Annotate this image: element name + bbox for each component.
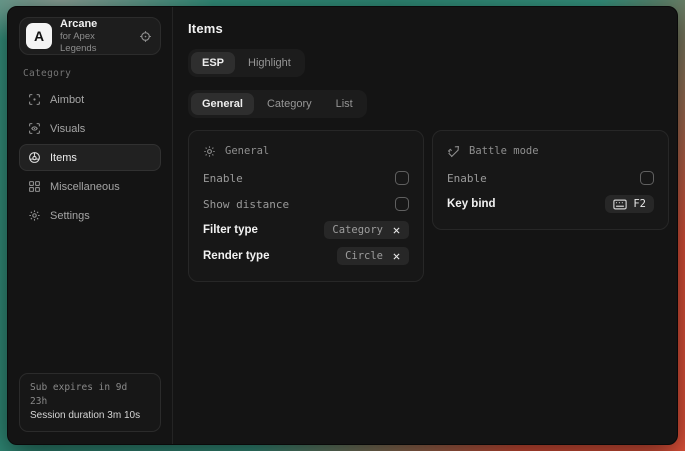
mode-tabs: ESP Highlight <box>188 49 305 77</box>
app-window: A Arcane for Apex Legends Category <box>7 6 678 445</box>
panel-title: Battle mode <box>469 145 539 157</box>
sidebar-item-aimbot[interactable]: Aimbot <box>19 86 161 113</box>
render-type-value: Circle <box>345 250 383 262</box>
setting-row-render-type: Render type Circle <box>203 243 409 269</box>
brand-name: Arcane <box>60 18 131 31</box>
brand-text: Arcane for Apex Legends <box>60 18 131 55</box>
enable-checkbox[interactable] <box>395 171 409 185</box>
setting-row-enable: Enable <box>203 165 409 191</box>
tab-general[interactable]: General <box>191 93 254 115</box>
sun-icon <box>203 145 216 158</box>
sidebar-item-settings[interactable]: Settings <box>19 202 161 229</box>
page-title: Items <box>188 21 669 36</box>
keyboard-icon <box>613 199 627 210</box>
setting-label: Enable <box>203 172 243 185</box>
setting-label: Key bind <box>447 198 496 210</box>
battle-mode-panel: Battle mode Enable Key bind <box>432 130 669 230</box>
close-icon[interactable] <box>392 252 401 261</box>
general-panel: General Enable Show distance Filter type… <box>188 130 424 282</box>
filter-type-value: Category <box>332 224 383 236</box>
render-type-select[interactable]: Circle <box>337 247 409 265</box>
setting-row-show-distance: Show distance <box>203 191 409 217</box>
key-bind-button[interactable]: F2 <box>605 195 654 213</box>
sword-icon <box>447 145 460 158</box>
session-duration-text: Session duration 3m 10s <box>30 409 150 423</box>
tab-esp[interactable]: ESP <box>191 52 235 74</box>
setting-label: Render type <box>203 250 269 262</box>
sub-tabs: General Category List <box>188 90 367 118</box>
settings-panels: General Enable Show distance Filter type… <box>188 130 669 282</box>
tab-list[interactable]: List <box>325 93 364 115</box>
app-logo: A <box>26 23 52 49</box>
setting-row-enable: Enable <box>447 165 654 191</box>
setting-label: Show distance <box>203 198 289 211</box>
general-panel-header: General <box>203 141 409 161</box>
setting-row-key-bind: Key bind F2 <box>447 191 654 217</box>
setting-row-filter-type: Filter type Category <box>203 217 409 243</box>
sidebar-item-label: Miscellaneous <box>50 181 120 193</box>
desktop-background: A Arcane for Apex Legends Category <box>0 0 685 451</box>
aimbot-crosshair-icon <box>28 93 41 106</box>
battle-mode-panel-header: Battle mode <box>447 141 654 161</box>
crosshair-icon[interactable] <box>139 30 152 43</box>
sidebar: A Arcane for Apex Legends Category <box>8 7 173 444</box>
settings-gear-icon <box>28 209 41 222</box>
setting-label: Enable <box>447 172 487 185</box>
tab-category[interactable]: Category <box>256 93 323 115</box>
sidebar-item-label: Aimbot <box>50 94 84 106</box>
visuals-eye-icon <box>28 122 41 135</box>
category-section-label: Category <box>23 68 161 79</box>
sidebar-spacer <box>19 229 161 373</box>
key-bind-value: F2 <box>633 198 646 210</box>
subscription-info-card: Sub expires in 9d 23h Session duration 3… <box>19 373 161 432</box>
brand-card: A Arcane for Apex Legends <box>19 17 161 55</box>
close-icon[interactable] <box>392 226 401 235</box>
filter-type-select[interactable]: Category <box>324 221 409 239</box>
brand-subtitle: for Apex Legends <box>60 31 131 55</box>
panel-title: General <box>225 145 269 157</box>
battle-enable-checkbox[interactable] <box>640 171 654 185</box>
misc-grid-icon <box>28 180 41 193</box>
sidebar-item-miscellaneous[interactable]: Miscellaneous <box>19 173 161 200</box>
setting-label: Filter type <box>203 224 258 236</box>
sidebar-item-label: Items <box>50 152 77 164</box>
sidebar-nav: Aimbot Visuals <box>19 86 161 229</box>
sidebar-item-label: Visuals <box>50 123 85 135</box>
sidebar-item-items[interactable]: Items <box>19 144 161 171</box>
sidebar-item-label: Settings <box>50 210 90 222</box>
show-distance-checkbox[interactable] <box>395 197 409 211</box>
main-content: Items ESP Highlight General Category Lis… <box>173 7 678 444</box>
sidebar-item-visuals[interactable]: Visuals <box>19 115 161 142</box>
items-orb-icon <box>28 151 41 164</box>
tab-highlight[interactable]: Highlight <box>237 52 302 74</box>
sub-expires-text: Sub expires in 9d 23h <box>30 381 150 409</box>
